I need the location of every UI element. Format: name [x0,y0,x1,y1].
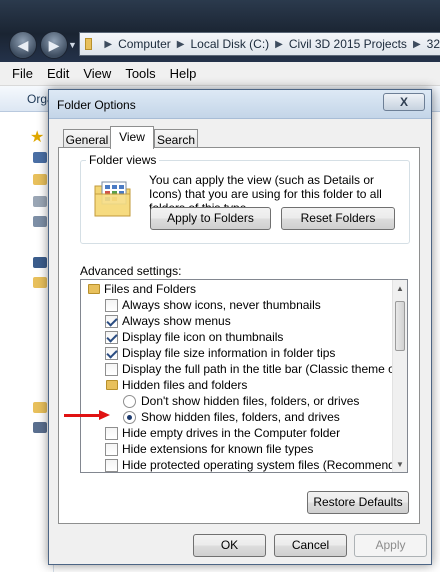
close-button[interactable]: X [383,93,425,111]
annotation-arrow [64,414,102,417]
computer-icon[interactable] [33,257,47,268]
scroll-down-icon[interactable]: ▼ [396,460,404,469]
advanced-settings-list[interactable]: Files and Folders Always show icons, nev… [80,279,408,473]
favorites-star-icon[interactable]: ★ [30,127,44,147]
drive-icon[interactable] [33,422,47,433]
annotation-arrow-head [99,410,110,420]
breadcrumb-local-disk[interactable]: Local Disk (C:) [190,37,269,51]
forward-button[interactable]: ▶ [40,31,68,59]
tab-view[interactable]: View [110,126,154,149]
menu-view[interactable]: View [83,66,111,81]
checkbox[interactable] [105,459,118,472]
checkbox[interactable] [105,347,118,360]
downloads-icon[interactable] [33,174,47,185]
list-item[interactable]: Always show menus [81,313,393,329]
list-item[interactable]: Hide extensions for known file types [81,441,393,457]
vertical-scrollbar[interactable]: ▲ ▼ [392,280,407,472]
restore-defaults-button[interactable]: Restore Defaults [307,491,409,514]
breadcrumb-separator-icon[interactable]: ▶ [104,39,112,50]
list-item-label[interactable]: Show hidden files, folders, and drives [141,410,340,424]
folder-icon[interactable] [33,402,47,413]
list-item[interactable]: Show hidden files, folders, and drives [81,409,393,425]
scroll-up-icon[interactable]: ▲ [396,284,404,293]
advanced-settings-label: Advanced settings: [80,264,182,278]
scrollbar-thumb[interactable] [395,301,405,351]
dialog-title-bar[interactable]: Folder Options X [49,90,431,119]
network-place-icon[interactable] [33,216,47,227]
list-item[interactable]: Hide protected operating system files (R… [81,457,407,472]
dialog-title: Folder Options [57,98,136,112]
reset-folders-button[interactable]: Reset Folders [281,207,395,230]
list-item-label[interactable]: Hide empty drives in the Computer folder [122,426,340,440]
recent-places-icon[interactable] [33,196,47,207]
list-item: Hidden files and folders [81,377,393,393]
explorer-title-bar: ◀ ▶ ▼ ▶ Computer ▶ Local Disk (C:) ▶ Civ… [0,0,440,62]
menu-tools[interactable]: Tools [125,66,155,81]
apply-button[interactable]: Apply [354,534,427,557]
list-item[interactable]: Hide empty drives in the Computer folder [81,425,393,441]
breadcrumb-computer[interactable]: Computer [118,37,171,51]
back-button[interactable]: ◀ [9,31,37,59]
menu-file[interactable]: File [12,66,33,81]
radio-button[interactable] [123,411,136,424]
folder-icon [85,38,93,50]
breadcrumb-separator-icon[interactable]: ▶ [413,39,421,50]
list-item: Files and Folders [81,281,393,297]
list-item-label[interactable]: Display the full path in the title bar (… [122,362,407,376]
list-item-label[interactable]: Display file size information in folder … [122,346,335,360]
recent-pages-dropdown-icon[interactable]: ▼ [68,40,77,50]
close-icon: X [399,95,408,109]
list-item[interactable]: Always show icons, never thumbnails [81,297,393,313]
list-item-label: Hidden files and folders [122,378,248,392]
navigation-pane: ★ [0,112,54,572]
menu-bar: File Edit View Tools Help [0,62,440,86]
menu-edit[interactable]: Edit [47,66,69,81]
menu-help[interactable]: Help [170,66,197,81]
list-item[interactable]: Don't show hidden files, folders, or dri… [81,393,393,409]
folder-icon [106,380,118,390]
forward-arrow-icon: ▶ [48,37,60,53]
list-item-label[interactable]: Hide extensions for known file types [122,442,313,456]
cancel-button[interactable]: Cancel [274,534,347,557]
list-item[interactable]: Display file size information in folder … [81,345,393,361]
list-item[interactable]: Display the full path in the title bar (… [81,361,407,377]
ok-button[interactable]: OK [193,534,266,557]
folder-views-icon [94,181,131,217]
desktop-icon[interactable] [33,152,47,163]
checkbox[interactable] [105,443,118,456]
tab-general[interactable]: General [63,129,111,149]
list-item-label[interactable]: Display file icon on thumbnails [122,330,283,344]
apply-to-folders-button[interactable]: Apply to Folders [150,207,271,230]
list-item-label[interactable]: Always show menus [122,314,231,328]
list-item-label[interactable]: Hide protected operating system files (R… [122,458,407,472]
list-item-label: Files and Folders [104,282,197,296]
libraries-icon[interactable] [33,277,47,288]
folder-views-label: Folder views [86,153,160,167]
breadcrumb-separator-icon[interactable]: ▶ [177,39,185,50]
folder-icon [88,284,100,294]
list-item[interactable]: Display file icon on thumbnails [81,329,393,345]
checkbox[interactable] [105,331,118,344]
address-bar[interactable]: ▶ Computer ▶ Local Disk (C:) ▶ Civil 3D … [79,32,440,56]
list-item-label[interactable]: Don't show hidden files, folders, or dri… [141,394,359,408]
breadcrumb-current[interactable]: 32 [427,37,440,51]
breadcrumb-civil-3d[interactable]: Civil 3D 2015 Projects [289,37,407,51]
breadcrumb-separator-icon[interactable]: ▶ [275,39,283,50]
checkbox[interactable] [105,299,118,312]
checkbox[interactable] [105,427,118,440]
radio-button[interactable] [123,395,136,408]
checkbox[interactable] [105,315,118,328]
back-arrow-icon: ◀ [17,37,29,53]
checkbox[interactable] [105,363,118,376]
list-item-label[interactable]: Always show icons, never thumbnails [122,298,321,312]
tab-search[interactable]: Search [154,129,198,149]
